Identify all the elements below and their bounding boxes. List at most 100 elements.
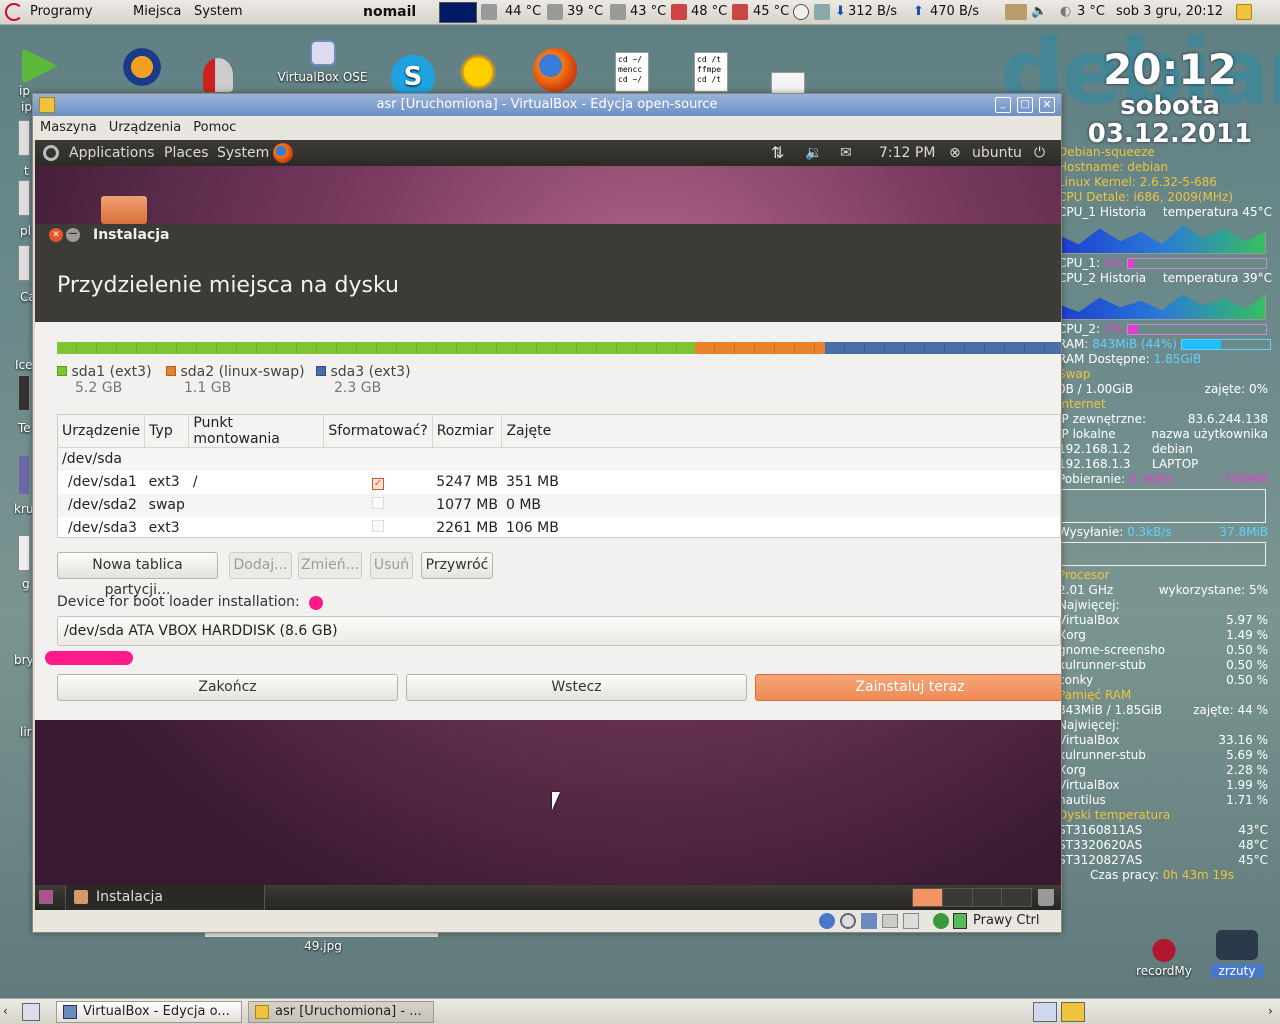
shutdown-icon[interactable]: ⏻ (1034, 140, 1045, 166)
menu-maszyna[interactable]: Maszyna (40, 120, 97, 135)
menu-programy[interactable]: Programy (30, 4, 93, 19)
cell-format[interactable] (324, 517, 432, 538)
user-switch-icon[interactable]: ⊗ (949, 140, 961, 166)
desktop-icon-file[interactable] (771, 72, 809, 94)
workspace-1-button[interactable] (1033, 1002, 1057, 1022)
workspace-4[interactable] (1002, 889, 1031, 906)
minimize-button[interactable]: _ (995, 97, 1011, 113)
workspace-switcher[interactable] (912, 888, 1032, 907)
back-button[interactable]: Wstecz (406, 674, 747, 701)
desktop-icon-firefox[interactable] (530, 48, 580, 92)
mouse-integration-icon[interactable] (933, 913, 949, 929)
new-partition-table-button[interactable]: Nowa tablica partycji... (57, 552, 218, 598)
hdd-icon[interactable] (819, 913, 835, 929)
cell-format[interactable] (324, 448, 432, 471)
show-desktop-icon[interactable] (39, 890, 53, 904)
nomail-applet[interactable]: nomail (363, 4, 416, 20)
taskbar-scroll-right[interactable]: › (1268, 1004, 1273, 1018)
notes-icon[interactable] (1236, 4, 1252, 20)
table-row[interactable]: /dev/sda (58, 447, 1060, 471)
taskbar-item-virtualbox[interactable]: VirtualBox - Edycja o... (56, 1001, 242, 1023)
delete-partition-button[interactable]: Usuń (370, 552, 413, 579)
power-icon[interactable] (793, 4, 809, 20)
desktop-icon-recordmy[interactable]: recordMy (1128, 930, 1200, 978)
format-checkbox[interactable]: ✓ (372, 478, 385, 490)
menu-urzadzenia[interactable]: Urządzenia (109, 120, 182, 135)
add-partition-button[interactable]: Dodaj... (229, 552, 292, 579)
desktop-icon-ip[interactable]: ip (15, 48, 65, 98)
bootloader-select[interactable]: /dev/sda ATA VBOX HARDDISK (8.6 GB) (57, 616, 1061, 646)
left-icon-stub[interactable] (18, 375, 30, 411)
desktop-file-49jpg[interactable]: 49.jpg (300, 939, 346, 953)
keyboard-capture-icon[interactable] (953, 913, 967, 929)
left-icon-stub[interactable] (18, 455, 30, 495)
format-checkbox[interactable] (372, 520, 385, 532)
guest-user[interactable]: ubuntu (972, 140, 1022, 166)
col-mount[interactable]: Punkt montowania (188, 415, 325, 448)
maximize-button[interactable]: □ (1017, 97, 1033, 113)
cdrom-icon[interactable] (840, 913, 856, 929)
cell-format[interactable]: ✓ (324, 471, 432, 494)
firefox-icon[interactable] (273, 143, 293, 163)
desktop-icon-sun[interactable] (455, 50, 501, 94)
show-desktop-button[interactable] (22, 1003, 40, 1021)
taskbar-scroll-left[interactable]: ‹ (3, 1004, 8, 1018)
desktop-icon-audacity[interactable] (117, 45, 167, 89)
desktop-icon-script1[interactable]: cd ~/ mencc cd ~/ (615, 52, 653, 92)
workspace-2[interactable] (942, 889, 973, 906)
left-icon-stub[interactable] (18, 245, 30, 281)
guest-menu-applications[interactable]: Applications (69, 140, 155, 166)
col-format[interactable]: Sformatować? (323, 415, 433, 448)
revert-button[interactable]: Przywróć (421, 552, 493, 579)
system-monitor-graph[interactable] (439, 2, 477, 23)
guest-menu-system[interactable]: System (217, 140, 269, 166)
table-row[interactable]: /dev/sda2 swap 1077 MB 0 MB (58, 493, 1060, 517)
table-row[interactable]: /dev/sda3 ext3 2261 MB 106 MB (58, 517, 1060, 538)
mail-icon[interactable]: ✉ (840, 140, 852, 166)
workspace-2-button[interactable] (1061, 1002, 1085, 1022)
col-type[interactable]: Typ (144, 415, 190, 448)
menu-pomoc[interactable]: Pomoc (193, 120, 236, 135)
guest-volume-icon[interactable]: 🔉 (805, 140, 822, 166)
ubuntu-logo-icon[interactable] (43, 145, 59, 161)
panel-clock[interactable]: sob 3 gru, 20:12 (1116, 4, 1223, 19)
network-icon[interactable] (814, 4, 830, 20)
home-folder-icon[interactable] (101, 196, 147, 224)
guest-taskbar-item-instalacja[interactable]: Instalacja (65, 885, 265, 910)
volume-icon[interactable]: 🔈 (1031, 4, 1047, 19)
network-adapter-icon[interactable] (861, 913, 877, 929)
guest-menu-places[interactable]: Places (164, 140, 209, 166)
network-arrows-icon[interactable]: ⇅ (771, 140, 784, 166)
shared-folder-icon[interactable] (882, 914, 898, 928)
left-icon-stub[interactable] (18, 120, 30, 156)
installer-titlebar[interactable]: ✕ — Instalacja (35, 224, 1061, 246)
col-device[interactable]: Urządzenie (58, 415, 146, 448)
col-size[interactable]: Rozmiar (432, 415, 503, 448)
installer-close-button[interactable]: ✕ (49, 228, 63, 242)
usb-icon[interactable] (903, 913, 919, 929)
workspace-3[interactable] (972, 889, 1003, 906)
keyboard-icon[interactable] (1005, 4, 1027, 20)
weather-icon[interactable]: ◐ (1060, 4, 1071, 19)
left-icon-stub[interactable] (18, 535, 30, 571)
format-checkbox[interactable] (372, 497, 385, 509)
change-partition-button[interactable]: Zmień... (298, 552, 362, 579)
debian-logo-icon[interactable] (5, 3, 23, 21)
table-row[interactable]: /dev/sda1 ext3 / ✓ 5247 MB 351 MB (58, 471, 1060, 494)
partition-table[interactable]: Urządzenie Typ Punkt montowania Sformato… (57, 414, 1061, 538)
desktop-icon-virtualbox[interactable]: VirtualBox OSE (270, 40, 375, 84)
guest-screen[interactable]: Applications Places System ⋮ ⇅ 🔉 ✉ 7:12 … (35, 140, 1061, 910)
desktop-icon-zrzuty[interactable]: zrzuty (1210, 930, 1264, 978)
desktop-icon-recorder[interactable] (198, 58, 238, 92)
install-now-button[interactable]: Zainstaluj teraz (755, 674, 1061, 701)
workspace-1[interactable] (913, 889, 943, 906)
menu-miejsca[interactable]: Miejsca (133, 4, 181, 19)
desktop-icon-script2[interactable]: cd /t ffmpe cd /t (694, 52, 732, 92)
vbox-titlebar[interactable]: asr [Uruchomiona] - VirtualBox - Edycja … (33, 94, 1061, 116)
left-icon-stub[interactable] (18, 180, 30, 216)
cell-format[interactable] (324, 494, 432, 517)
close-button[interactable]: ✕ (1039, 97, 1055, 113)
trash-icon[interactable] (1038, 889, 1054, 906)
menu-system[interactable]: System (194, 4, 242, 19)
quit-button[interactable]: Zakończ (57, 674, 398, 701)
